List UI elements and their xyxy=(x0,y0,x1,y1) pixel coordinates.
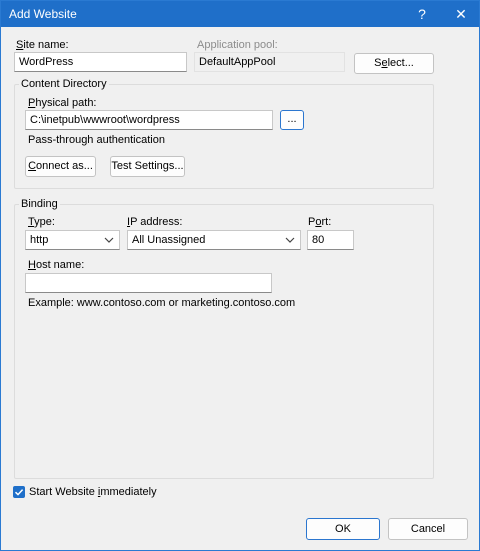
ip-address-select[interactable]: All Unassigned xyxy=(127,230,301,250)
port-label: Port: xyxy=(308,216,332,228)
checkmark-icon xyxy=(14,489,24,496)
site-name-label: Site name: xyxy=(16,39,69,51)
type-select-value: http xyxy=(30,234,49,246)
application-pool-label: Application pool: xyxy=(197,39,278,51)
test-settings-button[interactable]: Test Settings... xyxy=(110,156,185,177)
ok-button[interactable]: OK xyxy=(306,518,380,540)
ip-address-select-value: All Unassigned xyxy=(132,234,206,246)
connect-as-button[interactable]: Connect as... xyxy=(25,156,96,177)
type-label: Type: xyxy=(28,216,55,228)
physical-path-input[interactable]: C:\inetpub\wwwroot\wordpress xyxy=(25,110,273,130)
ip-address-label: IP address: xyxy=(127,216,183,228)
browse-path-button[interactable]: ... xyxy=(280,110,304,130)
binding-title: Binding xyxy=(19,198,60,210)
site-name-input[interactable]: WordPress xyxy=(14,52,187,72)
host-name-example: Example: www.contoso.com or marketing.co… xyxy=(28,297,296,309)
select-app-pool-button[interactable]: Select... xyxy=(354,53,434,74)
window-title: Add Website xyxy=(9,7,77,21)
cancel-button[interactable]: Cancel xyxy=(388,518,468,540)
port-input[interactable]: 80 xyxy=(307,230,354,250)
add-website-dialog: Add Website ? ✕ Site name: WordPress App… xyxy=(0,0,480,551)
start-immediately-checkbox[interactable] xyxy=(13,486,25,498)
help-icon[interactable]: ? xyxy=(406,1,438,27)
close-icon[interactable]: ✕ xyxy=(445,1,477,27)
host-name-label: Host name: xyxy=(28,259,85,271)
application-pool-field: DefaultAppPool xyxy=(194,52,345,72)
chevron-down-icon xyxy=(285,237,295,243)
host-name-input[interactable] xyxy=(25,273,272,293)
type-select[interactable]: http xyxy=(25,230,120,250)
title-bar: Add Website ? ✕ xyxy=(1,1,479,27)
physical-path-label: Physical path: xyxy=(28,97,97,109)
start-immediately-label[interactable]: Start Website immediately xyxy=(29,486,157,498)
chevron-down-icon xyxy=(104,237,114,243)
pass-through-auth-label: Pass-through authentication xyxy=(28,134,165,146)
content-directory-title: Content Directory xyxy=(19,78,109,90)
